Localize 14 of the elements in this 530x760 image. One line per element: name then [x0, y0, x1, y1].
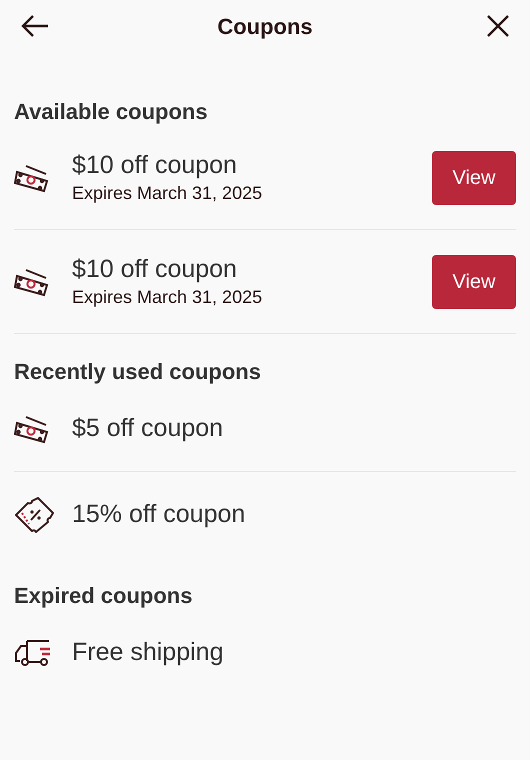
coupon-title: $5 off coupon: [72, 413, 224, 444]
view-button[interactable]: View: [432, 150, 516, 204]
coupon-title: 15% off coupon: [72, 499, 246, 530]
section-heading: Available coupons: [14, 98, 209, 126]
coupon-title: $10 off coupon: [72, 254, 238, 285]
coupon-title: $10 off coupon: [72, 150, 238, 181]
section-heading: Recently used coupons: [14, 358, 262, 386]
percent-ticket-icon: [14, 496, 54, 532]
page-title: Coupons: [217, 12, 313, 41]
expiry-date: Expires March 31, 2025: [72, 182, 264, 205]
section-heading: Expired coupons: [14, 582, 194, 610]
coupon-title: Free shipping: [72, 637, 224, 668]
view-button[interactable]: View: [432, 254, 516, 308]
expiry-date: Expires March 31, 2025: [72, 286, 264, 309]
